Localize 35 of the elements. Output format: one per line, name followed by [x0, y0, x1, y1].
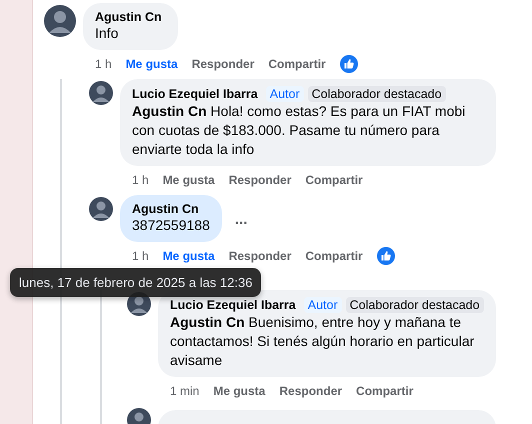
avatar[interactable]	[89, 197, 113, 221]
reply-link[interactable]: Responder	[192, 57, 254, 71]
share-link[interactable]: Compartir	[356, 384, 414, 398]
author-name[interactable]: Agustin Cn	[95, 10, 162, 24]
like-reaction-icon[interactable]	[340, 55, 358, 73]
reply-link[interactable]: Responder	[279, 384, 342, 398]
comment-text: 3872559188	[132, 216, 210, 235]
comment-time[interactable]: 1 min	[170, 384, 200, 398]
share-link[interactable]: Compartir	[305, 173, 363, 187]
like-reaction-icon[interactable]	[376, 247, 395, 265]
comment-time[interactable]: 1 h	[95, 57, 112, 71]
reply-link[interactable]: Responder	[228, 173, 292, 187]
comment-text: Agustin Cn Hola! como estas? Es para un FIAT mobi con cuotas de $183.000. Pasame tu número para enviarte toda la info	[132, 102, 466, 159]
like-link[interactable]: Me gusta	[162, 249, 215, 263]
author-badge: Autor	[304, 297, 342, 313]
avatar[interactable]	[44, 5, 76, 37]
avatar[interactable]	[89, 81, 113, 105]
author-name[interactable]: Lucio Ezequiel Ibarra	[132, 87, 258, 101]
author-badge: Autor	[266, 86, 304, 102]
fan-badge: Colaborador destacado	[346, 297, 484, 313]
author-name[interactable]: Agustin Cn	[132, 202, 199, 216]
like-link[interactable]: Me gusta	[213, 384, 266, 398]
more-button[interactable]: ...	[228, 205, 254, 234]
comment-text: Agustin Cn Buenisimo, entre hoy y mañana te contactamos! Si tenés algún horario en particular avisame	[170, 313, 476, 370]
share-link[interactable]: Compartir	[268, 57, 326, 71]
share-link[interactable]: Compartir	[305, 249, 363, 263]
like-link[interactable]: Me gusta	[126, 57, 178, 71]
like-link[interactable]: Me gusta	[162, 173, 215, 187]
comment-time[interactable]: 1 h	[132, 173, 149, 187]
author-name[interactable]: Lucio Ezequiel Ibarra	[170, 298, 296, 312]
comment-text: Info	[95, 24, 120, 43]
date-tooltip: lunes, 17 de febrero de 2025 a las 12:36	[10, 268, 262, 297]
comment-time[interactable]: 1 h	[132, 249, 149, 263]
fan-badge: Colaborador destacado	[308, 86, 446, 102]
reply-link[interactable]: Responder	[228, 249, 292, 263]
